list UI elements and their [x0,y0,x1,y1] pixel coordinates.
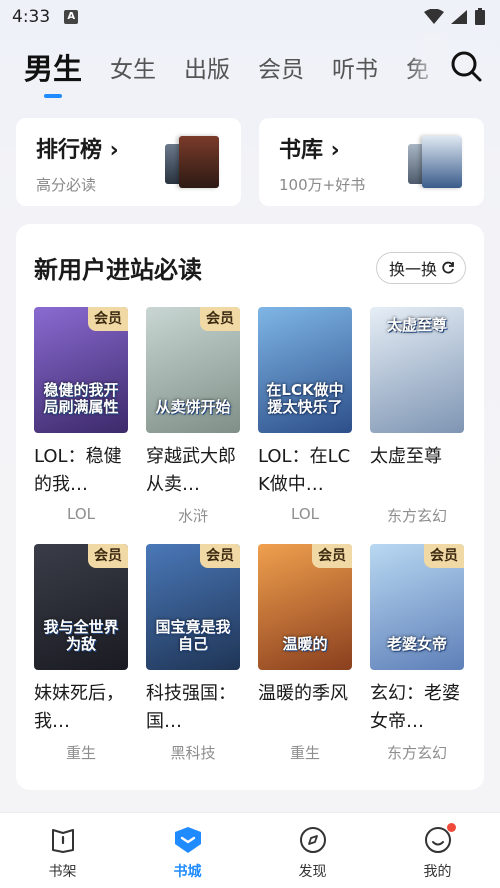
vip-badge: 会员 [200,307,240,331]
cover-title: 温暖的 [282,634,328,653]
bookshelf-icon [51,829,74,853]
thumbnail [179,136,219,188]
nav-profile[interactable]: 我的 [375,813,500,888]
tab-vip[interactable]: 会员 [258,50,304,84]
book-title[interactable]: LOL：稳健的我… [34,443,128,499]
nav-label: 发现 [298,864,327,880]
entry-row: 排行榜 › 高分必读 书库 › 100万+好书 [0,118,500,206]
cover-title: 老婆女帝 [386,634,447,653]
search-icon[interactable] [448,48,484,84]
book-cover[interactable]: 稳健的我开局刷满属性 会员 [34,307,128,433]
book-cover[interactable]: 温暖的 会员 [258,544,352,670]
nav-label: 书城 [173,864,202,880]
book-category: 重生 [289,744,320,762]
cover-title: 太虚至尊 [386,316,447,334]
ranking-card[interactable]: 排行榜 › 高分必读 [16,118,241,206]
book-category: 东方玄幻 [386,744,447,762]
vip-badge: 会员 [424,544,464,568]
book-cover[interactable]: 从卖饼开始 会员 [146,307,240,433]
vip-badge: 会员 [88,544,128,568]
book-card[interactable]: 老婆女帝 会员玄幻：老婆女帝… 东方玄幻 [370,544,464,763]
tab-publish[interactable]: 出版 [184,50,230,84]
wifi-icon [424,9,444,24]
book-cover[interactable]: 国宝竟是我自己 会员 [146,544,240,670]
book-category: 东方玄幻 [386,507,447,525]
book-title[interactable]: 温暖的季风 [258,680,352,736]
book-cover[interactable]: 太虚至尊 [370,307,464,433]
cover-title: 稳健的我开局刷满属性 [43,381,119,416]
vip-badge: 会员 [312,544,352,568]
bookstore-icon [174,827,201,853]
status-time: 4:33 [12,7,51,27]
cover-title: 从卖饼开始 [155,397,231,416]
book-category: 重生 [65,744,96,762]
book-title[interactable]: 玄幻：老婆女帝… [370,680,464,736]
book-cover[interactable]: 老婆女帝 会员 [370,544,464,670]
nav-label: 书架 [48,864,77,880]
nav-bookstore[interactable]: 书城 [125,813,250,888]
nav-discover[interactable]: 发现 [250,813,375,888]
book-card[interactable]: 太虚至尊 太虚至尊 东方玄幻 [370,307,464,526]
book-card[interactable]: 稳健的我开局刷满属性 会员 LOL：稳健的我… LOL [34,307,128,526]
book-card[interactable]: 温暖的 会员温暖的季风重生 [258,544,352,763]
new-user-section: 新用户进站必读 换一换 稳健的我开局刷满属性 会员 LOL：稳健的我… LOL 从卖饼开… [16,224,484,790]
book-title[interactable]: 妹妹死后，我… [34,680,128,736]
tab-male[interactable]: 男生 [24,46,82,88]
book-category: LOL [291,505,319,523]
cover-title: 在LCK做中援太快乐了 [266,381,344,416]
library-thumbnails [408,136,466,190]
ranking-thumbnails [165,136,223,190]
compass-icon [299,827,326,853]
cover-title: 国宝竟是我自己 [155,618,231,653]
vip-badge: 会员 [200,544,240,568]
tabs-fade [406,34,446,100]
book-title[interactable]: LOL：在LCK做中… [258,443,352,499]
book-grid: 稳健的我开局刷满属性 会员 LOL：稳健的我… LOL 从卖饼开始 会员 穿越武大郎从卖… 水… [34,307,466,763]
refresh-label: 换一换 [388,259,437,279]
book-title[interactable]: 穿越武大郎从卖… [146,443,240,499]
nav-label: 我的 [423,864,452,880]
refresh-button[interactable]: 换一换 [375,251,466,284]
tab-audiobook[interactable]: 听书 [332,50,378,84]
refresh-icon [442,261,454,273]
book-category: LOL [67,505,95,523]
signal-icon [451,10,467,24]
book-category: 黑科技 [170,744,216,762]
book-card[interactable]: 我与全世界为敌 会员妹妹死后，我… 重生 [34,544,128,763]
battery-icon [475,8,485,25]
book-card[interactable]: 国宝竟是我自己 会员科技强国：国… 黑科技 [146,544,240,763]
book-card[interactable]: 从卖饼开始 会员穿越武大郎从卖… 水浒 [146,307,240,526]
status-bar: 4:33 A [0,0,500,34]
book-category: 水浒 [177,507,208,525]
book-title[interactable]: 科技强国：国… [146,680,240,736]
notification-dot [447,823,456,832]
book-card[interactable]: 在LCK做中援太快乐了 LOL：在LCK做中… LOL [258,307,352,526]
nav-bookshelf[interactable]: 书架 [0,813,125,888]
bottom-nav: 书架 书城 发现 我的 [0,812,500,888]
channel-tabs: 男生 女生 出版 会员 听书 免 [0,34,500,100]
cover-title: 我与全世界为敌 [43,618,119,653]
vip-badge: 会员 [88,307,128,331]
book-cover[interactable]: 在LCK做中援太快乐了 [258,307,352,433]
section-title: 新用户进站必读 [34,256,202,284]
book-cover[interactable]: 我与全世界为敌 会员 [34,544,128,670]
tab-female[interactable]: 女生 [110,50,156,84]
library-card[interactable]: 书库 › 100万+好书 [259,118,484,206]
book-title[interactable]: 太虚至尊 [370,443,464,499]
app-notification-icon: A [64,10,79,24]
thumbnail [422,136,462,188]
